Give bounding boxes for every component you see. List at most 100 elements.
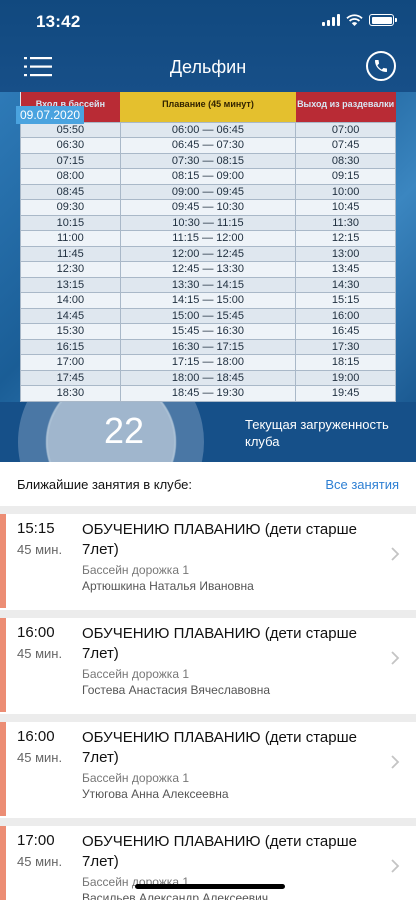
schedule-row: 05:50 06:00 — 06:45 07:00 bbox=[20, 121, 396, 138]
schedule-col-exit: Выход из раздевалки bbox=[295, 92, 396, 122]
classes-section-header: Ближайшие занятия в клубе: Все занятия bbox=[0, 462, 416, 506]
schedule-cell: 07:45 bbox=[295, 137, 396, 154]
call-button[interactable] bbox=[366, 51, 396, 81]
schedule-cell: 11:00 bbox=[20, 230, 121, 247]
schedule-cell: 12:15 bbox=[295, 230, 396, 247]
class-trainer: Гостева Анастасия Вячеславовна bbox=[82, 683, 271, 697]
class-time: 16:00 bbox=[17, 728, 55, 745]
schedule-cell: 09:15 bbox=[295, 168, 396, 185]
schedule-cell: 10:30 — 11:15 bbox=[119, 214, 297, 231]
class-location: Бассейн дорожка 1 bbox=[82, 771, 189, 785]
schedule-row: 18:30 18:45 — 19:30 19:45 bbox=[20, 385, 396, 402]
schedule-row: 13:15 13:30 — 14:15 14:30 bbox=[20, 276, 396, 293]
schedule-table: Вход в бассейн Плавание (45 минут) Выход… bbox=[20, 92, 396, 402]
chevron-right-icon bbox=[391, 755, 400, 769]
schedule-row: 08:45 09:00 — 09:45 10:00 bbox=[20, 183, 396, 200]
list-separator bbox=[0, 610, 416, 618]
date-badge: 09.07.2020 bbox=[16, 106, 85, 124]
schedule-row: 08:00 08:15 — 09:00 09:15 bbox=[20, 168, 396, 185]
app-header: 13:42 Дельфин bbox=[0, 0, 416, 92]
class-title: ОБУЧЕНИЮ ПЛАВАНИЮ (дети старше 7лет) bbox=[82, 625, 357, 662]
class-accent-bar bbox=[0, 618, 6, 712]
schedule-cell: 11:15 — 12:00 bbox=[119, 230, 297, 247]
schedule-row: 17:45 18:00 — 18:45 19:00 bbox=[20, 369, 396, 386]
schedule-cell: 13:15 bbox=[20, 276, 121, 293]
class-accent-bar bbox=[0, 514, 6, 608]
schedule-cell: 10:00 bbox=[295, 183, 396, 200]
schedule-cell: 10:45 bbox=[295, 199, 396, 216]
schedule-cell: 16:45 bbox=[295, 323, 396, 340]
schedule-cell: 17:45 bbox=[20, 369, 121, 386]
schedule-cell: 16:00 bbox=[295, 307, 396, 324]
battery-icon bbox=[369, 14, 397, 26]
schedule-cell: 08:15 — 09:00 bbox=[119, 168, 297, 185]
wifi-icon bbox=[346, 14, 363, 26]
schedule-cell: 06:30 bbox=[20, 137, 121, 154]
schedule-cell: 13:45 bbox=[295, 261, 396, 278]
class-list-item[interactable]: 16:00 45 мин. ОБУЧЕНИЮ ПЛАВАНИЮ (дети стар… bbox=[0, 722, 416, 816]
schedule-col-swim: Плавание (45 минут) bbox=[120, 92, 296, 122]
schedule-cell: 19:00 bbox=[295, 369, 396, 386]
class-duration: 45 мин. bbox=[17, 646, 63, 661]
list-separator bbox=[0, 818, 416, 826]
schedule-cell: 07:15 bbox=[20, 152, 121, 169]
schedule-row: 11:45 12:00 — 12:45 13:00 bbox=[20, 245, 396, 262]
schedule-cell: 09:45 — 10:30 bbox=[119, 199, 297, 216]
schedule-cell: 16:15 bbox=[20, 338, 121, 355]
class-trainer: Васильев Александр Алексеевич bbox=[82, 891, 269, 900]
schedule-row: 14:45 15:00 — 15:45 16:00 bbox=[20, 307, 396, 324]
schedule-cell: 11:45 bbox=[20, 245, 121, 262]
class-location: Бассейн дорожка 1 bbox=[82, 563, 189, 577]
schedule-cell: 12:00 — 12:45 bbox=[119, 245, 297, 262]
all-classes-link[interactable]: Все занятия bbox=[325, 477, 399, 492]
club-load-panel: 22 Текущая загруженность клуба bbox=[0, 402, 416, 462]
phone-icon bbox=[375, 60, 387, 72]
class-title: ОБУЧЕНИЮ ПЛАВАНИЮ (дети старше 7лет) bbox=[82, 729, 357, 766]
schedule-cell: 07:00 bbox=[295, 121, 396, 138]
schedule-row: 06:30 06:45 — 07:30 07:45 bbox=[20, 137, 396, 154]
class-list-item[interactable]: 16:00 45 мин. ОБУЧЕНИЮ ПЛАВАНИЮ (дети стар… bbox=[0, 618, 416, 712]
chevron-right-icon bbox=[391, 859, 400, 873]
schedule-cell: 14:30 bbox=[295, 276, 396, 293]
classes-section-title: Ближайшие занятия в клубе: bbox=[17, 477, 192, 492]
cellular-signal-icon bbox=[322, 14, 340, 26]
schedule-row: 11:00 11:15 — 12:00 12:15 bbox=[20, 230, 396, 247]
chevron-right-icon bbox=[391, 547, 400, 561]
schedule-row: 12:30 12:45 — 13:30 13:45 bbox=[20, 261, 396, 278]
class-time: 17:00 bbox=[17, 832, 55, 849]
schedule-cell: 14:15 — 15:00 bbox=[119, 292, 297, 309]
schedule-cell: 08:30 bbox=[295, 152, 396, 169]
schedule-cell: 14:45 bbox=[20, 307, 121, 324]
schedule-cell: 10:15 bbox=[20, 214, 121, 231]
class-title: ОБУЧЕНИЮ ПЛАВАНИЮ (дети старше 7лет) bbox=[82, 833, 357, 870]
schedule-row: 07:15 07:30 — 08:15 08:30 bbox=[20, 152, 396, 169]
chevron-right-icon bbox=[391, 651, 400, 665]
status-bar: 13:42 bbox=[0, 0, 416, 44]
list-separator bbox=[0, 506, 416, 514]
schedule-cell: 12:30 bbox=[20, 261, 121, 278]
schedule-cell: 06:45 — 07:30 bbox=[119, 137, 297, 154]
schedule-cell: 08:00 bbox=[20, 168, 121, 185]
schedule-cell: 19:45 bbox=[295, 385, 396, 402]
schedule-cell: 13:00 bbox=[295, 245, 396, 262]
schedule-cell: 17:30 bbox=[295, 338, 396, 355]
home-indicator bbox=[135, 884, 285, 889]
class-duration: 45 мин. bbox=[17, 542, 63, 557]
class-title: ОБУЧЕНИЮ ПЛАВАНИЮ (дети старше 7лет) bbox=[82, 521, 357, 558]
schedule-row: 09:30 09:45 — 10:30 10:45 bbox=[20, 199, 396, 216]
page-title: Дельфин bbox=[169, 57, 247, 77]
schedule-cell: 15:30 bbox=[20, 323, 121, 340]
schedule-row: 17:00 17:15 — 18:00 18:15 bbox=[20, 354, 396, 371]
class-list-item[interactable]: 15:15 45 мин. ОБУЧЕНИЮ ПЛАВАНИЮ (дети стар… bbox=[0, 514, 416, 608]
schedule-cell: 07:30 — 08:15 bbox=[119, 152, 297, 169]
schedule-cell: 18:15 bbox=[295, 354, 396, 371]
class-duration: 45 мин. bbox=[17, 854, 63, 869]
status-time: 13:42 bbox=[36, 12, 81, 31]
schedule-cell: 17:15 — 18:00 bbox=[119, 354, 297, 371]
class-time: 15:15 bbox=[17, 520, 55, 537]
schedule-cell: 15:00 — 15:45 bbox=[119, 307, 297, 324]
class-accent-bar bbox=[0, 722, 6, 816]
schedule-row: 16:15 16:30 — 17:15 17:30 bbox=[20, 338, 396, 355]
schedule-cell: 15:15 bbox=[295, 292, 396, 309]
schedule-banner[interactable]: Вход в бассейн Плавание (45 минут) Выход… bbox=[0, 92, 416, 402]
